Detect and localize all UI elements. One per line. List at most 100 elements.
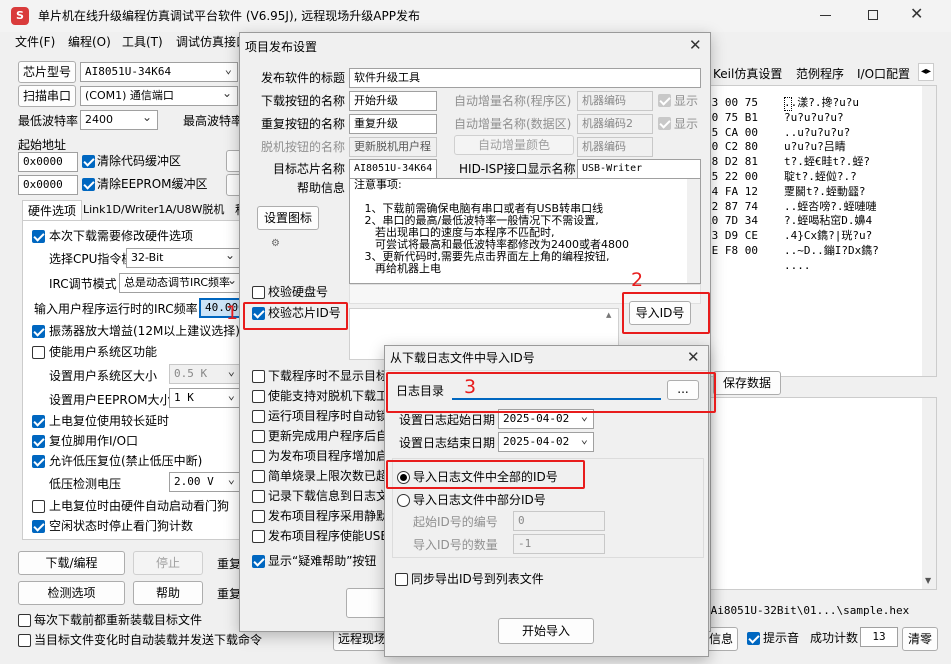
dl-btn-name-input[interactable]: 开始升级 [349, 91, 437, 111]
inc-name-prog-input[interactable]: 机器编码 [577, 91, 653, 111]
start-addr-label: 起始地址 [18, 138, 67, 152]
reload-checkbox[interactable] [18, 614, 31, 627]
help-popup-checkbox[interactable] [252, 555, 265, 568]
user-sys-size-select[interactable]: 0.5 K [169, 364, 241, 384]
menu-file[interactable]: 文件(F) [15, 34, 55, 50]
clear-eeprom-checkbox[interactable] [82, 178, 95, 191]
id-count-input[interactable]: -1 [513, 534, 605, 554]
annotation-box-log-dir [386, 372, 716, 413]
set-icon-button[interactable]: 设置图标 [257, 206, 319, 230]
reset-delay-checkbox[interactable] [32, 415, 45, 428]
hex-line: D8 D2 81 [705, 155, 758, 169]
irc-mode-select[interactable]: 总是动态调节IRC频率 [119, 273, 243, 293]
scan-port-button[interactable]: 扫描串口 [18, 85, 76, 107]
chip-type-button[interactable]: 芯片型号 [18, 61, 76, 83]
inc-color-button[interactable]: 自动增量颜色 [454, 135, 574, 155]
stop-button[interactable]: 停止 [133, 551, 203, 575]
ascii-line: ..u?u?u?u? [784, 125, 851, 139]
menu-tools[interactable]: 工具(T) [122, 34, 163, 50]
publish-option-checkbox[interactable] [252, 370, 265, 383]
inc-name-data-input[interactable]: 机器编码2 [577, 114, 653, 134]
ascii-line: t?.蛭€畦t?.蛭? [784, 155, 870, 169]
annotation-box-import-id [622, 292, 710, 334]
tab-link1d[interactable]: Link1D/Writer1A/U8W脱机 [83, 202, 224, 218]
hardware-panel: 本次下载需要修改硬件选项 选择CPU指令模式 32-Bit IRC调节模式 总是… [22, 220, 244, 540]
menu-debug[interactable]: 调试仿真接口 [176, 34, 248, 50]
publish-option-label: 记录下载信息到日志文 [268, 489, 389, 503]
opt-modify-hw-label: 本次下载需要修改硬件选项 [49, 229, 194, 243]
osc-gain-checkbox[interactable] [32, 325, 45, 338]
import-part-radio[interactable] [397, 494, 410, 507]
opt-modify-hw-checkbox[interactable] [32, 230, 45, 243]
target-chip-input[interactable]: AI8051U-34K64 [349, 159, 437, 179]
publish-option-checkbox[interactable] [252, 470, 265, 483]
ascii-column: ..漾?.搀?u?u ?u?u?u?u? ..u?u?u?u? u?u?u?吕睛 t?.… [784, 96, 879, 274]
ascii-line: ..蛭呇嗙?.蛭嗹嗹 [784, 199, 877, 213]
close-icon[interactable]: ✕ [910, 4, 923, 23]
help-button[interactable]: 帮助 [133, 581, 203, 605]
auto-load-checkbox[interactable] [18, 634, 31, 647]
menu-program[interactable]: 编程(O) [68, 34, 111, 50]
idle-wdt-checkbox[interactable] [32, 520, 45, 533]
save-data-button[interactable]: 保存数据 [713, 371, 781, 395]
publish-option-checkbox[interactable] [252, 530, 265, 543]
maximize-icon[interactable] [868, 10, 878, 20]
user-sys-checkbox[interactable] [32, 346, 45, 359]
inc-name-3-input[interactable]: 机器编码 [577, 137, 653, 157]
lvd-select[interactable]: 2.00 V [169, 472, 241, 492]
log-scrollbar[interactable]: ▼ [922, 398, 936, 589]
help-scrollbar[interactable] [687, 179, 700, 283]
lvr-checkbox[interactable] [32, 455, 45, 468]
eeprom-size-select[interactable]: 1 K [169, 388, 241, 408]
publish-option-label: 简单烧录上限次数已超 [268, 469, 389, 483]
scroll-down-icon[interactable]: ▼ [925, 576, 931, 585]
hex-scrollbar[interactable] [922, 86, 936, 376]
import-dialog-close-icon[interactable]: ✕ [687, 348, 700, 366]
end-date-select[interactable]: 2025-04-02 [498, 432, 594, 452]
clear-count-button[interactable]: 清零 [902, 627, 938, 651]
start-id-input[interactable]: 0 [513, 511, 605, 531]
publish-option-checkbox[interactable] [252, 450, 265, 463]
hid-name-input[interactable]: USB-Writer [577, 159, 701, 179]
show2-checkbox[interactable] [658, 117, 671, 130]
publish-option-label: 更新完成用户程序后自 [268, 429, 389, 443]
re-btn-name-input[interactable]: 重复升级 [349, 114, 437, 134]
sync-export-checkbox[interactable] [395, 573, 408, 586]
off-btn-name-input[interactable]: 更新脱机用户程 [349, 137, 437, 157]
help-info-textarea[interactable]: 注意事项: 1、下载前需确保电脑有串口或者有USB转串口线 2、串口的最高/最低… [349, 178, 701, 284]
window-title: 单片机在线升级编程仿真调试平台软件 (V6.95J), 远程现场升级APP发布 [38, 9, 420, 23]
cpu-mode-select[interactable]: 32-Bit [126, 248, 241, 268]
publish-dialog-close-icon[interactable]: ✕ [689, 36, 702, 54]
check-options-button[interactable]: 检测选项 [18, 581, 125, 605]
reset-io-checkbox[interactable] [32, 435, 45, 448]
publish-option-checkbox[interactable] [252, 410, 265, 423]
irc-mode-label: IRC调节模式 [49, 277, 117, 291]
sound-checkbox[interactable] [747, 632, 760, 645]
publish-option-checkbox[interactable] [252, 430, 265, 443]
tab-hardware[interactable]: 硬件选项 [22, 200, 83, 220]
chip-select[interactable]: AI8051U-34K64 [80, 62, 238, 82]
eeprom-size-label: 设置用户EEPROM大小 [49, 393, 172, 407]
clear-code-checkbox[interactable] [82, 155, 95, 168]
show1-checkbox[interactable] [658, 94, 671, 107]
publish-option-checkbox[interactable] [252, 390, 265, 403]
download-button[interactable]: 下载/编程 [18, 551, 125, 575]
port-select[interactable]: (COM1) 通信端口 [80, 86, 238, 106]
por-wdt-checkbox[interactable] [32, 500, 45, 513]
id-list-scroll-icon[interactable]: ▲ [606, 311, 611, 319]
publish-option-checkbox[interactable] [252, 490, 265, 503]
right-tab-io[interactable]: I/O口配置 [857, 66, 910, 82]
id-count-label: 导入ID号的数量 [413, 538, 498, 552]
log-panel: ▼ [704, 397, 937, 590]
pub-title-input[interactable]: 软件升级工具 [349, 68, 701, 88]
right-tab-examples[interactable]: 范例程序 [796, 66, 844, 82]
minimize-icon[interactable] [820, 15, 831, 16]
addr1-input[interactable]: 0x0000 [18, 152, 78, 172]
min-baud-select[interactable]: 2400 [80, 110, 158, 130]
verify-disk-checkbox[interactable] [252, 286, 265, 299]
publish-option-checkbox[interactable] [252, 510, 265, 523]
addr2-input[interactable]: 0x0000 [18, 175, 78, 195]
tab-scroll-arrows[interactable]: ◂▸ [918, 63, 935, 81]
right-tab-keil[interactable]: Keil仿真设置 [713, 66, 782, 82]
start-import-button[interactable]: 开始导入 [498, 618, 594, 644]
